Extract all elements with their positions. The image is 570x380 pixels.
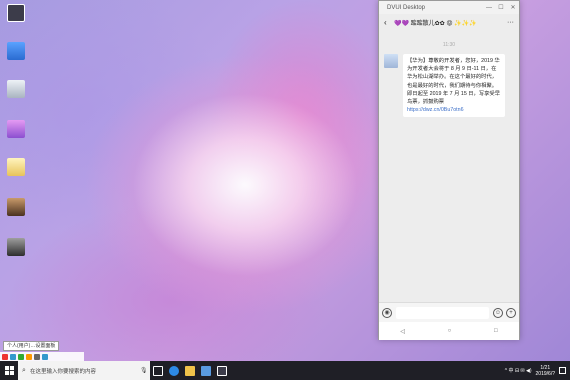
avatar[interactable] <box>384 54 398 68</box>
toolbar-icon[interactable] <box>34 353 40 360</box>
image-file-icon <box>7 198 25 216</box>
search-placeholder: 在这里输入你要搜索的内容 <box>30 368 97 375</box>
desktop-icon-2[interactable] <box>3 42 29 62</box>
chat-input-bar: ◉ ☺ + <box>379 302 519 322</box>
dvui-button[interactable] <box>214 361 230 380</box>
network-icon <box>7 42 25 60</box>
folder-icon <box>185 365 195 376</box>
store-icon <box>201 365 211 376</box>
maximize-button[interactable]: ☐ <box>495 4 507 11</box>
edge-icon <box>169 365 179 376</box>
message-row: 【华为】尊敬的开发者，您好，2019 华为开发者大会将于 8 月 9 日-11 … <box>379 54 519 118</box>
tooltip: 个人(用户)…设置面板 <box>3 341 60 351</box>
app-icon <box>7 4 25 22</box>
close-button[interactable]: ✕ <box>507 4 519 11</box>
nav-recent-icon[interactable]: □ <box>494 328 498 334</box>
nav-home-icon[interactable]: ○ <box>448 328 452 334</box>
recycle-bin-icon <box>7 80 25 98</box>
taskbar: ⌕ 在这里输入你要搜索的内容 🎙 ^ 中 ⊟ ✉ ◀) 1/21 2019/6/… <box>0 361 570 380</box>
toolbar-icon[interactable] <box>18 353 24 360</box>
message-link[interactable]: https://dwz.cn/0Bu7otn6 <box>407 107 464 113</box>
clock-date: 2019/6/? <box>535 370 555 377</box>
toolbar-icon[interactable] <box>2 353 8 360</box>
minimize-button[interactable]: — <box>483 5 495 11</box>
app-icon <box>217 365 227 376</box>
file-explorer-button[interactable] <box>182 361 198 380</box>
image-file-icon <box>7 238 25 256</box>
message-text: 【华为】尊敬的开发者，您好，2019 华为开发者大会将于 8 月 9 日-11 … <box>407 58 501 106</box>
message-bubble[interactable]: 【华为】尊敬的开发者，您好，2019 华为开发者大会将于 8 月 9 日-11 … <box>403 54 505 118</box>
desktop-icon-1[interactable] <box>3 4 29 24</box>
toolbar-icon[interactable] <box>10 353 16 360</box>
store-button[interactable] <box>198 361 214 380</box>
clock[interactable]: 1/21 2019/6/? <box>536 365 555 377</box>
search-icon: ⌕ <box>22 366 26 374</box>
folder-icon <box>7 158 25 176</box>
desktop-icon-6[interactable] <box>3 198 29 218</box>
edge-button[interactable] <box>166 361 182 380</box>
window-title: DVUI Desktop <box>387 4 426 11</box>
desktop-icon-3[interactable] <box>3 80 29 100</box>
emoji-icon[interactable]: ☺ <box>493 307 503 318</box>
notification-icon[interactable] <box>559 367 566 374</box>
task-view-icon <box>153 365 163 376</box>
windows-logo-icon <box>4 366 14 375</box>
taskbar-search-box[interactable]: ⌕ 在这里输入你要搜索的内容 🎙 <box>18 361 150 380</box>
chat-header: ‹ 💜💜 踮踮散儿✿✿ 😡 ✨✨✨ ··· <box>379 14 519 30</box>
more-options-icon[interactable]: ··· <box>507 19 514 26</box>
chat-contact-name: 💜💜 踮踮散儿✿✿ 😡 ✨✨✨ <box>394 20 477 27</box>
window-titlebar[interactable]: DVUI Desktop — ☐ ✕ <box>379 1 519 14</box>
microphone-icon[interactable]: 🎙 <box>140 367 150 374</box>
message-timestamp: 11:30 <box>442 42 456 48</box>
voice-icon[interactable]: ◉ <box>382 307 392 318</box>
toolbar-icon[interactable] <box>42 353 48 360</box>
nav-back-icon[interactable]: ◁ <box>400 328 405 335</box>
app-icon <box>7 120 25 138</box>
android-nav-bar: ◁ ○ □ <box>379 322 519 340</box>
emulator-window: DVUI Desktop — ☐ ✕ ‹ 💜💜 踮踮散儿✿✿ 😡 ✨✨✨ ···… <box>378 0 520 340</box>
tray-icons[interactable]: ^ 中 ⊟ ✉ ◀) <box>505 367 532 374</box>
desktop-icon-5[interactable] <box>3 158 29 178</box>
toolbar-icon[interactable] <box>26 353 32 360</box>
task-view-button[interactable] <box>150 361 166 380</box>
mini-toolbar <box>0 352 84 361</box>
message-input[interactable] <box>396 306 489 319</box>
desktop-icon-7[interactable] <box>3 238 29 258</box>
back-arrow-icon[interactable]: ‹ <box>384 18 394 27</box>
system-tray: ^ 中 ⊟ ✉ ◀) 1/21 2019/6/? <box>505 365 570 377</box>
plus-icon[interactable]: + <box>506 307 516 318</box>
start-button[interactable] <box>0 361 18 380</box>
desktop-icon-4[interactable] <box>3 120 29 140</box>
